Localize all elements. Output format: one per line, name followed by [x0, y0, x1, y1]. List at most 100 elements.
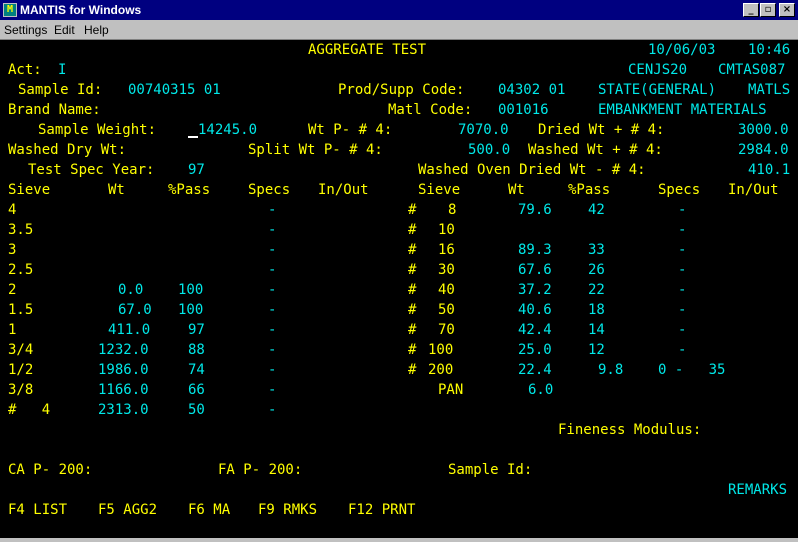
wt-p4-label: Wt P- # 4: — [308, 122, 393, 138]
minimize-button[interactable]: _ — [743, 3, 759, 17]
right-wt[interactable]: 67.6 — [518, 261, 552, 279]
f9-rmks-key[interactable]: F9 RMKS — [258, 501, 317, 519]
sample-weight-label: Sample Weight: — [38, 122, 157, 138]
sample-id-field[interactable]: 00740315 01 — [128, 81, 221, 99]
f12-prnt-key[interactable]: F12 PRNT — [348, 501, 415, 519]
left-pass: 100 — [178, 302, 204, 318]
window-title: MANTIS for Windows — [20, 3, 142, 17]
state-general: STATE(GENERAL) — [598, 82, 717, 98]
right-spec: - — [678, 202, 687, 218]
fa-p200-label: FA P- 200: — [218, 462, 303, 478]
title-bar[interactable]: M MANTIS for Windows _ ▫ × — [0, 0, 798, 20]
left-spec: - — [268, 222, 277, 238]
right-wt[interactable]: 40.6 — [518, 301, 552, 319]
date-value: 10/06/03 — [648, 42, 716, 58]
right-hash: # — [408, 222, 417, 238]
left-sieve: # 4 — [8, 402, 51, 418]
sample-id-label: Sample Id: — [18, 82, 103, 98]
left-wt[interactable]: 1986.0 — [98, 361, 149, 379]
left-sieve: 1.5 — [8, 302, 34, 318]
matl-code-field[interactable]: 001016 — [498, 101, 549, 119]
left-wt[interactable]: 1232.0 — [98, 341, 149, 359]
pan-wt[interactable]: 6.0 — [528, 381, 553, 399]
right-spec: - — [678, 302, 687, 318]
right-wt[interactable]: 89.3 — [518, 241, 552, 259]
f4-list-key[interactable]: F4 LIST — [8, 501, 67, 519]
terminal-screen[interactable]: AGGREGATE TEST 10/06/03 10:46 Act: I CEN… — [0, 40, 798, 538]
col-inout-right: In/Out — [728, 182, 779, 198]
left-spec: - — [268, 402, 277, 418]
wt-p4-field[interactable]: 7070.0 — [458, 121, 509, 139]
right-pass: 9.8 — [598, 362, 624, 378]
right-sieve: 40 — [438, 282, 455, 298]
menu-edit[interactable]: Edit — [54, 23, 75, 37]
left-spec: - — [268, 262, 277, 278]
menu-help[interactable]: Help — [84, 23, 109, 37]
right-hash: # — [408, 282, 417, 298]
right-wt[interactable]: 42.4 — [518, 321, 552, 339]
left-wt[interactable]: 411.0 — [108, 321, 150, 339]
act-label: Act: — [8, 62, 42, 78]
right-wt[interactable]: 37.2 — [518, 281, 552, 299]
sample-weight-field[interactable]: 14245.0 — [198, 121, 257, 139]
app-icon[interactable]: M — [3, 3, 17, 17]
test-spec-year-field[interactable]: 97 — [188, 161, 205, 179]
right-sieve: 30 — [438, 262, 455, 278]
right-spec: 0 - 35 — [658, 362, 726, 378]
col-sieve-right: Sieve — [418, 182, 461, 198]
act-field[interactable]: I — [58, 61, 66, 79]
right-spec: - — [678, 262, 687, 278]
right-wt[interactable]: 22.4 — [518, 361, 552, 379]
left-wt[interactable]: 67.0 — [118, 301, 152, 319]
maximize-button[interactable]: ▫ — [760, 3, 776, 17]
col-wt-right: Wt — [508, 182, 525, 198]
washed-wt-field[interactable]: 2984.0 — [738, 141, 789, 159]
washed-oven-dried-field[interactable]: 410.1 — [748, 161, 790, 179]
screen-title: AGGREGATE TEST — [308, 42, 427, 58]
right-hash: # — [408, 262, 417, 278]
left-wt[interactable]: 0.0 — [118, 281, 143, 299]
col-specs-left: Specs — [248, 182, 291, 198]
text-cursor — [188, 136, 198, 138]
left-sieve: 3/8 — [8, 382, 34, 398]
right-wt[interactable]: 25.0 — [518, 341, 552, 359]
right-spec: - — [678, 282, 687, 298]
left-wt[interactable]: 2313.0 — [98, 401, 149, 419]
test-spec-year-label: Test Spec Year: — [28, 162, 155, 178]
right-hash: # — [408, 342, 417, 358]
window-bottom-border — [0, 538, 798, 542]
brand-name-label: Brand Name: — [8, 102, 101, 118]
col-inout-left: In/Out — [318, 182, 369, 198]
left-pass: 100 — [178, 282, 204, 298]
left-spec: - — [268, 202, 277, 218]
right-hash: # — [408, 202, 417, 218]
left-sieve: 3.5 — [8, 222, 34, 238]
right-hash: # — [408, 242, 417, 258]
app-window: M MANTIS for Windows _ ▫ × Settings Edit… — [0, 0, 798, 542]
dried-wt-field[interactable]: 3000.0 — [738, 121, 789, 139]
split-wt-field[interactable]: 500.0 — [468, 141, 510, 159]
right-wt[interactable]: 79.6 — [518, 201, 552, 219]
left-wt[interactable]: 1166.0 — [98, 381, 149, 399]
right-pass: 33 — [588, 242, 605, 258]
menu-settings[interactable]: Settings — [4, 23, 47, 37]
right-spec: - — [678, 242, 687, 258]
right-sieve: 10 — [438, 222, 455, 238]
left-sieve: 3/4 — [8, 342, 34, 358]
prod-supp-field[interactable]: 04302 01 — [498, 81, 565, 99]
right-spec: - — [678, 222, 687, 238]
left-sieve: 4 — [8, 202, 17, 218]
right-sieve: 8 — [448, 202, 457, 218]
left-spec: - — [268, 302, 277, 318]
right-hash: # — [408, 322, 417, 338]
right-sieve: 50 — [438, 302, 455, 318]
left-spec: - — [268, 342, 277, 358]
right-sieve: 200 — [428, 362, 454, 378]
washed-dry-wt-label: Washed Dry Wt: — [8, 142, 127, 158]
f5-agg2-key[interactable]: F5 AGG2 — [98, 501, 157, 519]
left-spec: - — [268, 362, 277, 378]
left-sieve: 1 — [8, 322, 17, 338]
f6-ma-key[interactable]: F6 MA — [188, 501, 230, 519]
pan-label: PAN — [438, 382, 464, 398]
close-button[interactable]: × — [779, 3, 795, 17]
